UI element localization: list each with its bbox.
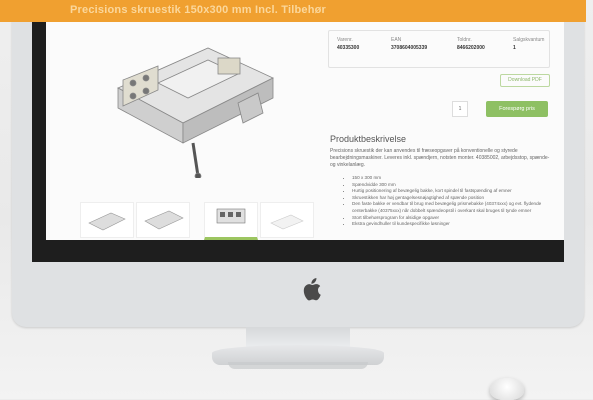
list-item: Ekstra gevindhuller til kundespecifikke … [352, 221, 562, 228]
request-price-button[interactable]: Forespørg pris [486, 101, 548, 117]
attr-label: EAN [391, 37, 402, 43]
thumbnail[interactable] [260, 202, 314, 238]
attr-label: Toldnr. [457, 37, 472, 43]
list-item: Skruestikken har høj gentagelsesnøjagtig… [352, 195, 562, 202]
list-item: Spændvidde 300 mm [352, 182, 562, 189]
feature-list: 150 x 300 mm Spændvidde 300 mm Hurtig po… [346, 175, 562, 228]
thumbnail-active[interactable] [204, 202, 258, 240]
thumbnail[interactable] [136, 202, 190, 238]
list-item: Stort tilbehørsprogram for alsidige opga… [352, 215, 562, 222]
thumbnail-image [216, 208, 246, 224]
apple-logo-icon [303, 278, 321, 301]
mouse [490, 378, 524, 400]
description-text: Precisions skruestik der kan anvendes ti… [330, 148, 550, 168]
product-attributes: Varenr. 40335300 EAN 3708604005339 Toldn… [328, 30, 550, 68]
screen: Varenr. 40335300 EAN 3708604005339 Toldn… [46, 6, 564, 240]
description-title: Produktbeskrivelse [330, 134, 407, 144]
attr-value: 3708604005339 [391, 45, 428, 51]
monitor-chin [12, 262, 584, 327]
imac-monitor: Varenr. 40335300 EAN 3708604005339 Toldn… [12, 0, 584, 327]
attr-value: 8466202000 [457, 45, 485, 51]
attr-sales-quantity: Salgskvantum 1 [513, 37, 544, 51]
attr-value: 1 [513, 45, 516, 51]
attr-item-number: Varenr. 40335300 [337, 37, 359, 51]
attr-value: 40335300 [337, 45, 360, 51]
download-pdf-button[interactable]: Download PDF [500, 74, 550, 87]
list-item: 150 x 300 mm [352, 175, 562, 182]
list-item: Den faste bakke er vendbar til brug med … [352, 201, 562, 214]
thumbnail-image [270, 214, 304, 230]
product-image[interactable] [98, 28, 278, 178]
stand-shadow [228, 362, 368, 369]
thumbnail[interactable] [80, 202, 134, 238]
quantity-input[interactable]: 1 [452, 101, 468, 117]
thumbnail-image [144, 210, 184, 230]
attr-label: Salgskvantum [513, 37, 545, 43]
attr-customs-number: Toldnr. 8466202000 [457, 37, 485, 51]
list-item: Hurtig positionering af bevægelig bakke,… [352, 188, 562, 195]
banner-subtitle: Precisions skruestik 150x300 mm Incl. Ti… [70, 4, 327, 16]
attr-label: Varenr. [337, 37, 353, 43]
header-banner: Precisions skruestik 150x300 mm Incl. Ti… [0, 0, 586, 22]
thumbnail-image [88, 212, 126, 231]
attr-ean: EAN 3708604005339 [391, 37, 427, 51]
thumbnail-strip [54, 202, 324, 240]
